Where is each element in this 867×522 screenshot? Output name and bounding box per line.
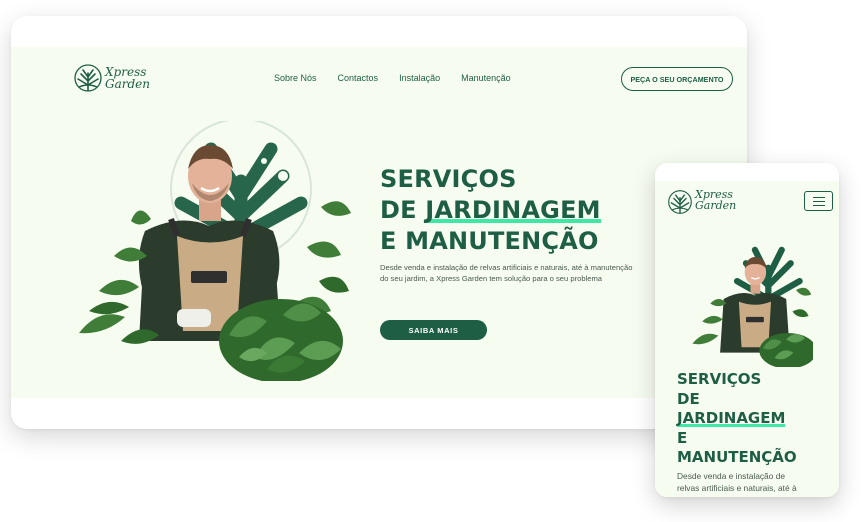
mobile-hero-title-line1: SERVIÇOS bbox=[677, 370, 762, 388]
mobile-mockup: Xpress Garden SERVIÇOS DE JARDINAGEM E M… bbox=[655, 163, 839, 497]
mobile-hero-title: SERVIÇOS DE JARDINAGEM E MANUTENÇÃO bbox=[677, 370, 827, 468]
quote-button[interactable]: PEÇA O SEU ORÇAMENTO bbox=[621, 67, 733, 91]
main-nav: Sobre Nós Contactos Instalação Manutençã… bbox=[274, 73, 511, 83]
logo-text-line2: Garden bbox=[105, 77, 150, 91]
nav-link-manutencao[interactable]: Manutenção bbox=[461, 73, 511, 83]
hero-image-gardener bbox=[79, 121, 351, 381]
mobile-hero-title-last: MANUTENÇÃO bbox=[677, 448, 797, 466]
mobile-hero-image-gardener bbox=[692, 246, 813, 367]
mobile-logo-text-line2: Garden bbox=[695, 199, 737, 212]
hero-title-line2: DE JARDINAGEM bbox=[380, 195, 680, 226]
hamburger-line bbox=[813, 201, 825, 203]
nav-link-sobre-nos[interactable]: Sobre Nós bbox=[274, 73, 317, 83]
mobile-hero-title-de: DE bbox=[677, 389, 700, 408]
hero-title-line1: SERVIÇOS bbox=[380, 165, 517, 193]
hamburger-menu-icon bbox=[813, 197, 825, 199]
nav-link-contactos[interactable]: Contactos bbox=[338, 73, 379, 83]
mobile-hero-description: Desde venda e instalação de relvas artif… bbox=[677, 471, 797, 493]
hamburger-line bbox=[813, 205, 825, 207]
nav-link-instalacao[interactable]: Instalação bbox=[399, 73, 440, 83]
hero-description: Desde venda e instalação de relvas artif… bbox=[380, 263, 633, 283]
learn-more-button[interactable]: SAIBA MAIS bbox=[380, 320, 487, 340]
hamburger-menu-button[interactable] bbox=[804, 191, 833, 211]
mobile-hero-title-line3: JARDINAGEM bbox=[677, 409, 827, 429]
hero-title-de: DE bbox=[380, 196, 417, 224]
desktop-screen: Xpress Garden Sobre Nós Contactos Instal… bbox=[11, 47, 747, 398]
hero-title-line3: E MANUTENÇÃO bbox=[380, 227, 599, 255]
mobile-screen: Xpress Garden SERVIÇOS DE JARDINAGEM E M… bbox=[655, 181, 839, 497]
hero-title: SERVIÇOS DE JARDINAGEM E MANUTENÇÃO bbox=[380, 164, 680, 257]
hero-title-highlight: JARDINAGEM bbox=[425, 196, 602, 224]
desktop-mockup: Xpress Garden Sobre Nós Contactos Instal… bbox=[11, 16, 747, 429]
tree-logo-icon bbox=[74, 64, 102, 92]
site-logo[interactable]: Xpress Garden bbox=[73, 63, 157, 95]
mobile-hero-title-e: E bbox=[677, 428, 688, 447]
mobile-hero-title-highlight: JARDINAGEM bbox=[677, 409, 786, 427]
